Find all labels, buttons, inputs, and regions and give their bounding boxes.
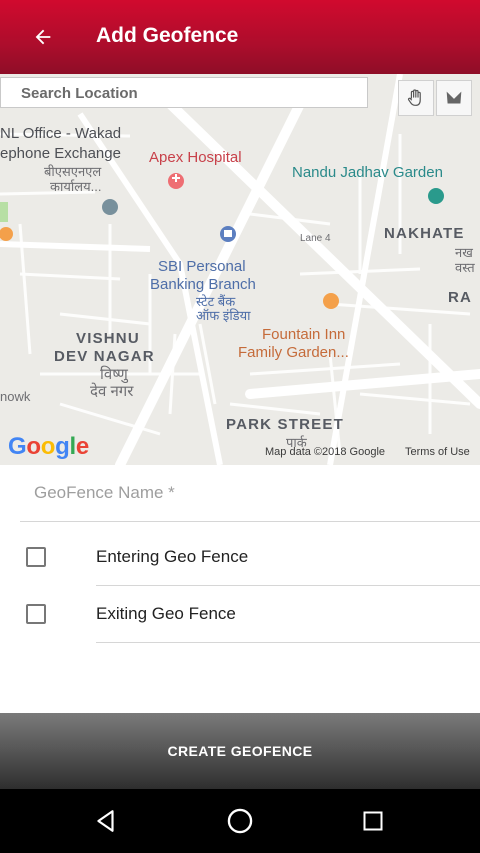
terms-of-use-link[interactable]: Terms of Use [405, 446, 470, 458]
nav-back-icon [97, 810, 114, 832]
search-input[interactable] [19, 78, 353, 109]
app-bar: Add Geofence [0, 0, 480, 74]
map-label: Lane 4 [300, 233, 331, 244]
map-view[interactable]: NL Office - Wakad ephone Exchange बीएसएन… [0, 74, 480, 465]
nav-recents-button[interactable] [357, 805, 389, 837]
hand-pan-icon [407, 89, 421, 106]
entering-label: Entering Geo Fence [96, 547, 249, 566]
map-label: Family Garden... [238, 344, 349, 361]
system-nav-bar [0, 789, 480, 853]
map-label: SBI Personal [158, 258, 246, 275]
map-label: कार्यालय... [50, 179, 102, 194]
map-label: Nandu Jadhav Garden [292, 164, 443, 181]
map-label: ephone Exchange [0, 145, 121, 162]
page-title: Add Geofence [96, 24, 239, 47]
pan-mode-button[interactable] [398, 80, 434, 116]
map-label: देव नगर [90, 383, 134, 400]
nav-back-button[interactable] [90, 805, 122, 837]
map-label: RA [448, 289, 473, 306]
map-label: PARK STREET [226, 416, 344, 433]
divider [96, 642, 480, 643]
nav-home-icon [227, 808, 253, 834]
map-label: Banking Branch [150, 276, 256, 293]
back-button[interactable] [26, 20, 60, 54]
geofence-name-input[interactable] [32, 482, 476, 504]
map-label: nowk [0, 389, 31, 404]
nav-home-button[interactable] [224, 805, 256, 837]
arrow-back-icon [35, 29, 51, 45]
geofence-name-field[interactable] [20, 474, 480, 522]
map-label: NL Office - Wakad [0, 125, 122, 142]
entering-checkbox[interactable] [26, 547, 46, 567]
google-logo: Google [8, 433, 89, 460]
exiting-label: Exiting Geo Fence [96, 604, 236, 623]
map-data-attribution: Map data ©2018 Google [265, 446, 386, 458]
map-label: Apex Hospital [149, 149, 242, 166]
map-label: वस्त [455, 260, 475, 275]
polygon-draw-icon [446, 91, 462, 104]
map-label: VISHNU [76, 330, 140, 347]
nav-recents-icon [363, 811, 383, 831]
create-geofence-button[interactable]: CREATE GEOFENCE [0, 713, 480, 789]
exiting-checkbox[interactable] [26, 604, 46, 624]
map-label: NAKHATE [384, 225, 465, 242]
entering-geofence-row[interactable]: Entering Geo Fence [0, 528, 480, 586]
map-label: ऑफ इंडिया [196, 308, 251, 323]
map-label: Fountain Inn [262, 326, 346, 343]
map-label: DEV NAGAR [54, 348, 155, 365]
exiting-geofence-row[interactable]: Exiting Geo Fence [0, 585, 480, 643]
map-label: विष्णु [100, 366, 128, 383]
search-box[interactable] [0, 77, 368, 109]
draw-mode-button[interactable] [436, 80, 472, 116]
